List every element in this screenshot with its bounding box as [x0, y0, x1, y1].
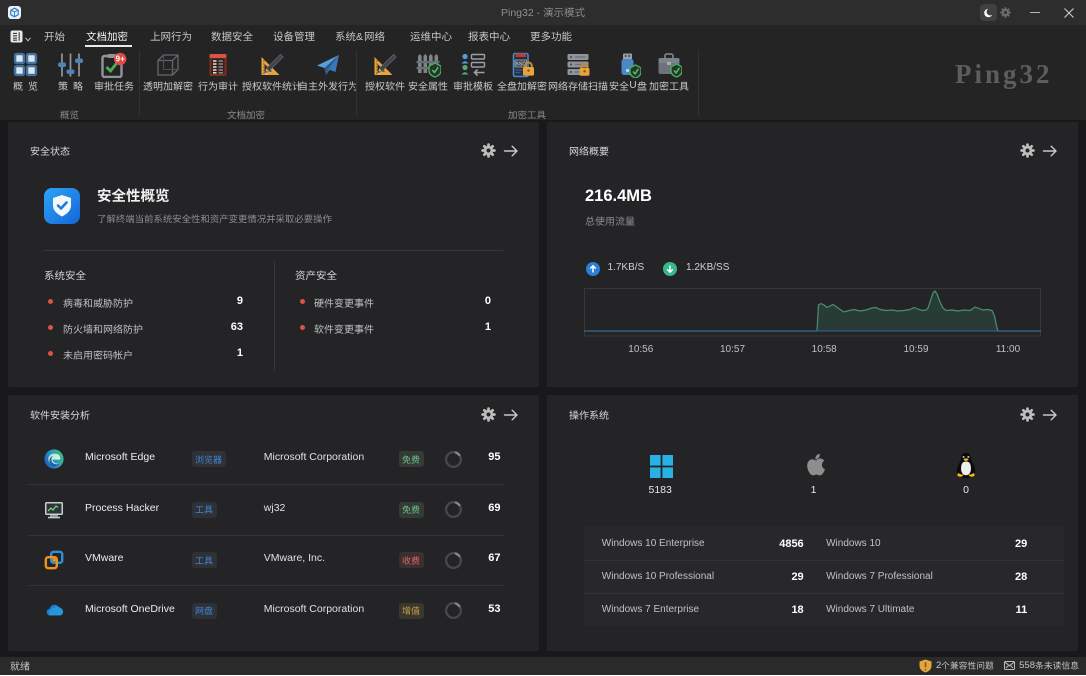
svg-text:9+: 9+ — [116, 54, 125, 63]
